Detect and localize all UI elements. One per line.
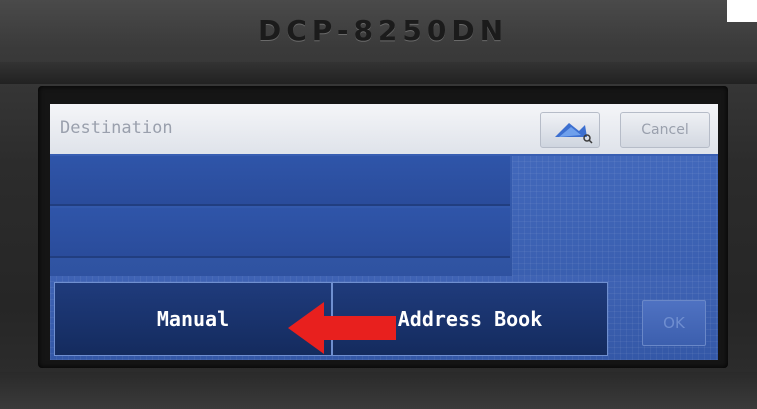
photo-edge bbox=[727, 0, 757, 22]
printer-panel: DCP-8250DN Destination Cancel Manual Add… bbox=[0, 0, 757, 409]
search-address-icon bbox=[555, 123, 593, 144]
search-button[interactable] bbox=[540, 112, 600, 148]
cancel-button[interactable]: Cancel bbox=[620, 112, 710, 148]
destination-list-row[interactable] bbox=[50, 156, 510, 206]
red-arrow-annotation bbox=[288, 302, 396, 354]
destination-field[interactable]: Destination bbox=[60, 118, 173, 138]
panel-band bbox=[0, 62, 757, 84]
model-name: DCP-8250DN bbox=[258, 14, 509, 47]
destination-list-row[interactable] bbox=[50, 208, 510, 258]
grid-panel bbox=[512, 156, 718, 276]
ok-button[interactable]: OK bbox=[642, 300, 706, 346]
panel-bottom-edge bbox=[0, 372, 757, 409]
destination-bar: Destination Cancel bbox=[50, 104, 718, 154]
